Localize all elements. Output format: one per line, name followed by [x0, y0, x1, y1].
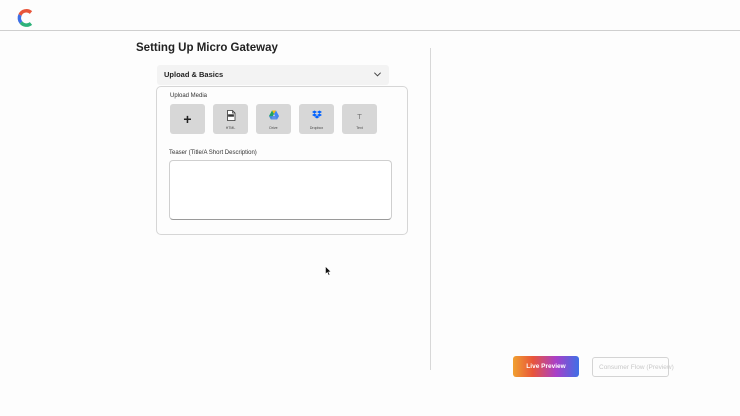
- tile-caption: HTML: [225, 126, 236, 130]
- teaser-input[interactable]: [169, 160, 392, 220]
- app-logo-icon[interactable]: [16, 8, 36, 28]
- teaser-label: Teaser (Title/A Short Description): [169, 150, 257, 156]
- file-icon: [226, 110, 235, 121]
- google-drive-icon: [268, 110, 279, 120]
- plus-icon: +: [183, 111, 192, 127]
- upload-drive-button[interactable]: Drive: [256, 104, 291, 134]
- vertical-divider: [430, 48, 431, 370]
- top-bar: [0, 0, 740, 31]
- chevron-down-icon[interactable]: [373, 70, 382, 79]
- upload-dropbox-button[interactable]: Dropbox: [299, 104, 334, 134]
- add-media-button[interactable]: +: [170, 104, 205, 134]
- upload-basics-panel: Upload Media + HTML Drive Dropbox T Text…: [156, 86, 408, 235]
- mouse-cursor-icon: [325, 266, 332, 276]
- text-icon: T: [357, 113, 362, 121]
- upload-media-label: Upload Media: [170, 93, 208, 99]
- tile-caption: Drive: [269, 126, 278, 130]
- upload-text-button[interactable]: T Text: [342, 104, 377, 134]
- tile-caption: Text: [356, 126, 363, 130]
- dropbox-icon: [311, 110, 322, 119]
- live-preview-button[interactable]: Live Preview: [513, 356, 579, 377]
- upload-html-button[interactable]: HTML: [213, 104, 248, 134]
- page-title: Setting Up Micro Gateway: [136, 42, 278, 54]
- accordion-label: Upload & Basics: [164, 70, 224, 79]
- consumer-flow-preview-button[interactable]: Consumer Flow (Preview): [592, 357, 674, 377]
- accordion-upload-basics[interactable]: Upload & Basics: [157, 65, 389, 85]
- tile-caption: Dropbox: [309, 126, 324, 130]
